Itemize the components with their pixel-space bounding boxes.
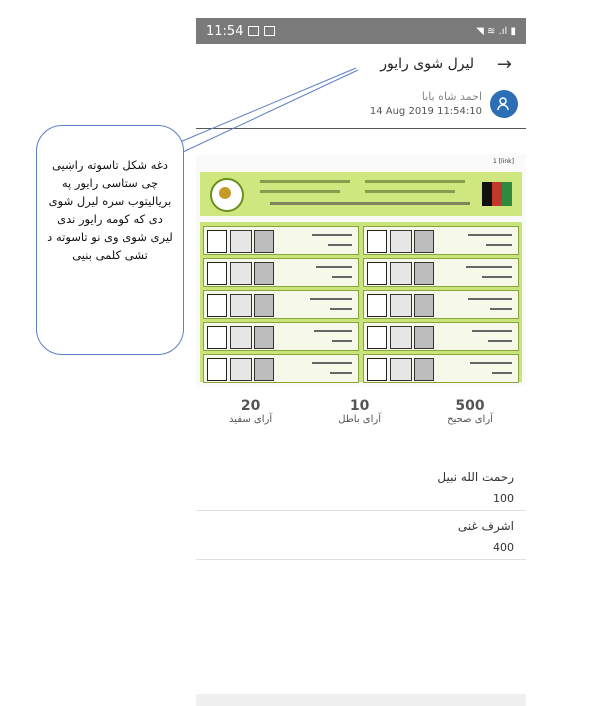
image-icon (248, 26, 260, 36)
candidate-name: رحمت الله نبیل (437, 470, 514, 484)
ballot-image[interactable]: 1 [link] (196, 154, 526, 386)
phone-screen: 11:54 ◥ ≋ .ıl ▮ → لیرل شوی رایور احمد شا… (196, 18, 526, 706)
ballot-top-link: 1 [link] (492, 158, 514, 165)
list-item: اشرف غنی 400 (196, 511, 526, 560)
ballot-header-band (200, 172, 522, 216)
post-timestamp: 14 Aug 2019 11:54:10 (369, 106, 482, 117)
stat-invalid-votes: 10 آرای باطل (338, 398, 382, 425)
candidate-results: رحمت الله نبیل 100 اشرف غنی 400 (196, 462, 526, 560)
status-icons: ◥ ≋ .ıl ▮ (476, 25, 516, 37)
flag-icon (482, 182, 512, 206)
app-bar: → لیرل شوی رایور (196, 44, 526, 86)
post-author: احمد شاه بابا (421, 90, 482, 103)
bottom-bar (196, 694, 526, 706)
list-item: رحمت الله نبیل 100 (196, 462, 526, 511)
user-icon[interactable] (490, 90, 518, 118)
notification-icon (264, 26, 276, 36)
vote-stats: 20 آرای سفید 10 آرای باطل 500 آرای صحیح (196, 398, 526, 442)
post-header: احمد شاه بابا 14 Aug 2019 11:54:10 (196, 86, 526, 129)
stat-valid-votes: 500 آرای صحیح (447, 398, 493, 425)
arrow-right-icon[interactable]: → (497, 54, 512, 75)
emblem-icon (210, 178, 244, 212)
annotation-callout: دغه شکل تاسوته راښیی چی ستاسی رایور په ب… (36, 125, 184, 355)
callout-text: دغه شکل تاسوته راښیی چی ستاسی رایور په ب… (47, 158, 173, 262)
status-bar: 11:54 ◥ ≋ .ıl ▮ (196, 18, 526, 44)
candidate-votes: 400 (493, 541, 514, 554)
ballot-candidates-grid (200, 222, 522, 383)
stat-blank-votes: 20 آرای سفید (229, 398, 273, 425)
candidate-name: اشرف غنی (457, 519, 514, 533)
status-time: 11:54 (206, 23, 244, 39)
candidate-votes: 100 (493, 492, 514, 505)
page-title: لیرل شوی رایور (380, 56, 474, 72)
